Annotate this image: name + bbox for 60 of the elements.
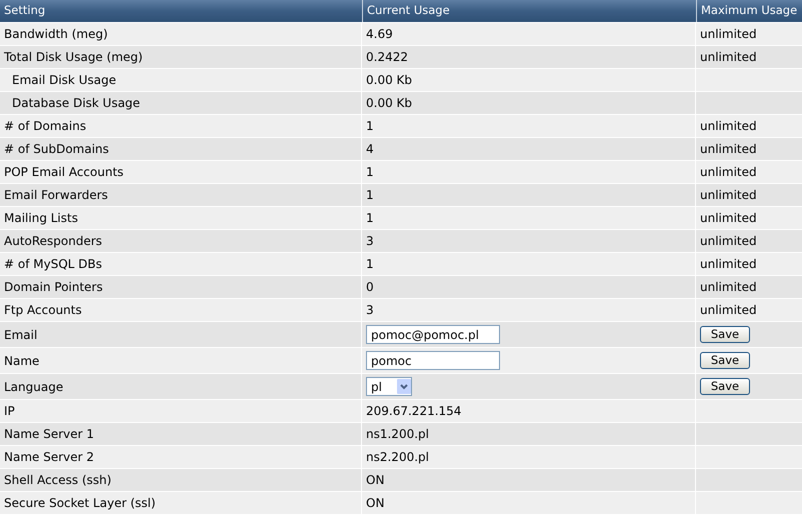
setting-label: # of SubDomains xyxy=(4,141,109,158)
table-cell-text: 1 xyxy=(366,187,374,204)
table-cell-text: 0.00 Kb xyxy=(366,72,412,89)
table-cell-text: unlimited xyxy=(700,49,757,66)
table-cell-text: unlimited xyxy=(700,26,757,43)
table-cell-text: ON xyxy=(366,472,384,489)
setting-label: Name xyxy=(4,352,40,370)
setting-label: Mailing Lists xyxy=(4,210,78,227)
table-cell-text: 3 xyxy=(366,233,374,250)
text-field[interactable]: pomoc@pomoc.pl xyxy=(366,325,500,344)
table-cell-text: unlimited xyxy=(700,256,757,273)
setting-label: Total Disk Usage (meg) xyxy=(4,49,143,66)
setting-label: Secure Socket Layer (ssl) xyxy=(4,495,156,512)
language-dropdown[interactable]: pl xyxy=(366,377,412,396)
setting-label: Email xyxy=(4,326,38,344)
setting-label: Name Server 2 xyxy=(4,449,94,466)
column-header: Current Usage xyxy=(367,2,450,20)
table-cell-text: 3 xyxy=(366,302,374,319)
column-header: Setting xyxy=(4,2,46,20)
table-cell-text: 4.69 xyxy=(366,26,393,43)
setting-label: Bandwidth (meg) xyxy=(4,26,108,43)
table-cell-text: unlimited xyxy=(700,279,757,296)
table-cell-text: unlimited xyxy=(700,141,757,158)
table-cell-text: 1 xyxy=(366,164,374,181)
save-button[interactable]: Save xyxy=(700,326,750,343)
table-cell-text: 209.67.221.154 xyxy=(366,403,462,420)
table-cell-text: 4 xyxy=(366,141,374,158)
table-cell-text: ON xyxy=(366,495,384,512)
table-cell-text: 1 xyxy=(366,256,374,273)
chevron-down-icon xyxy=(397,379,411,394)
text-field[interactable]: pomoc xyxy=(366,351,500,370)
table-cell-text: unlimited xyxy=(700,118,757,135)
setting-label: Ftp Accounts xyxy=(4,302,82,319)
table-cell-text: 0.00 Kb xyxy=(366,95,412,112)
table-cell-text: 1 xyxy=(366,210,374,227)
column-header: Maximum Usage xyxy=(701,2,798,20)
setting-label: Domain Pointers xyxy=(4,279,103,296)
setting-label: Email Disk Usage xyxy=(11,72,116,89)
setting-label: Name Server 1 xyxy=(4,426,94,443)
save-button[interactable]: Save xyxy=(700,352,750,369)
table-cell-text: 1 xyxy=(366,118,374,135)
setting-label: POP Email Accounts xyxy=(4,164,124,181)
table-cell-text: unlimited xyxy=(700,302,757,319)
table-cell-text: ns2.200.pl xyxy=(366,449,429,466)
table-cell-text: unlimited xyxy=(700,210,757,227)
setting-label: Database Disk Usage xyxy=(11,95,140,112)
table-cell-text: ns1.200.pl xyxy=(366,426,429,443)
table-cell-text: unlimited xyxy=(700,164,757,181)
save-button[interactable]: Save xyxy=(700,378,750,395)
setting-label: AutoResponders xyxy=(4,233,102,250)
setting-label: # of MySQL DBs xyxy=(4,256,102,273)
setting-label: Email Forwarders xyxy=(4,187,108,204)
table-cell-text: 0.2422 xyxy=(366,49,408,66)
setting-label: Shell Access (ssh) xyxy=(4,472,112,489)
setting-label: Language xyxy=(4,378,64,396)
setting-label: # of Domains xyxy=(4,118,86,135)
table-cell-text: unlimited xyxy=(700,187,757,204)
table-cell-text: 0 xyxy=(366,279,374,296)
setting-label: IP xyxy=(4,403,15,420)
table-cell-text: unlimited xyxy=(700,233,757,250)
